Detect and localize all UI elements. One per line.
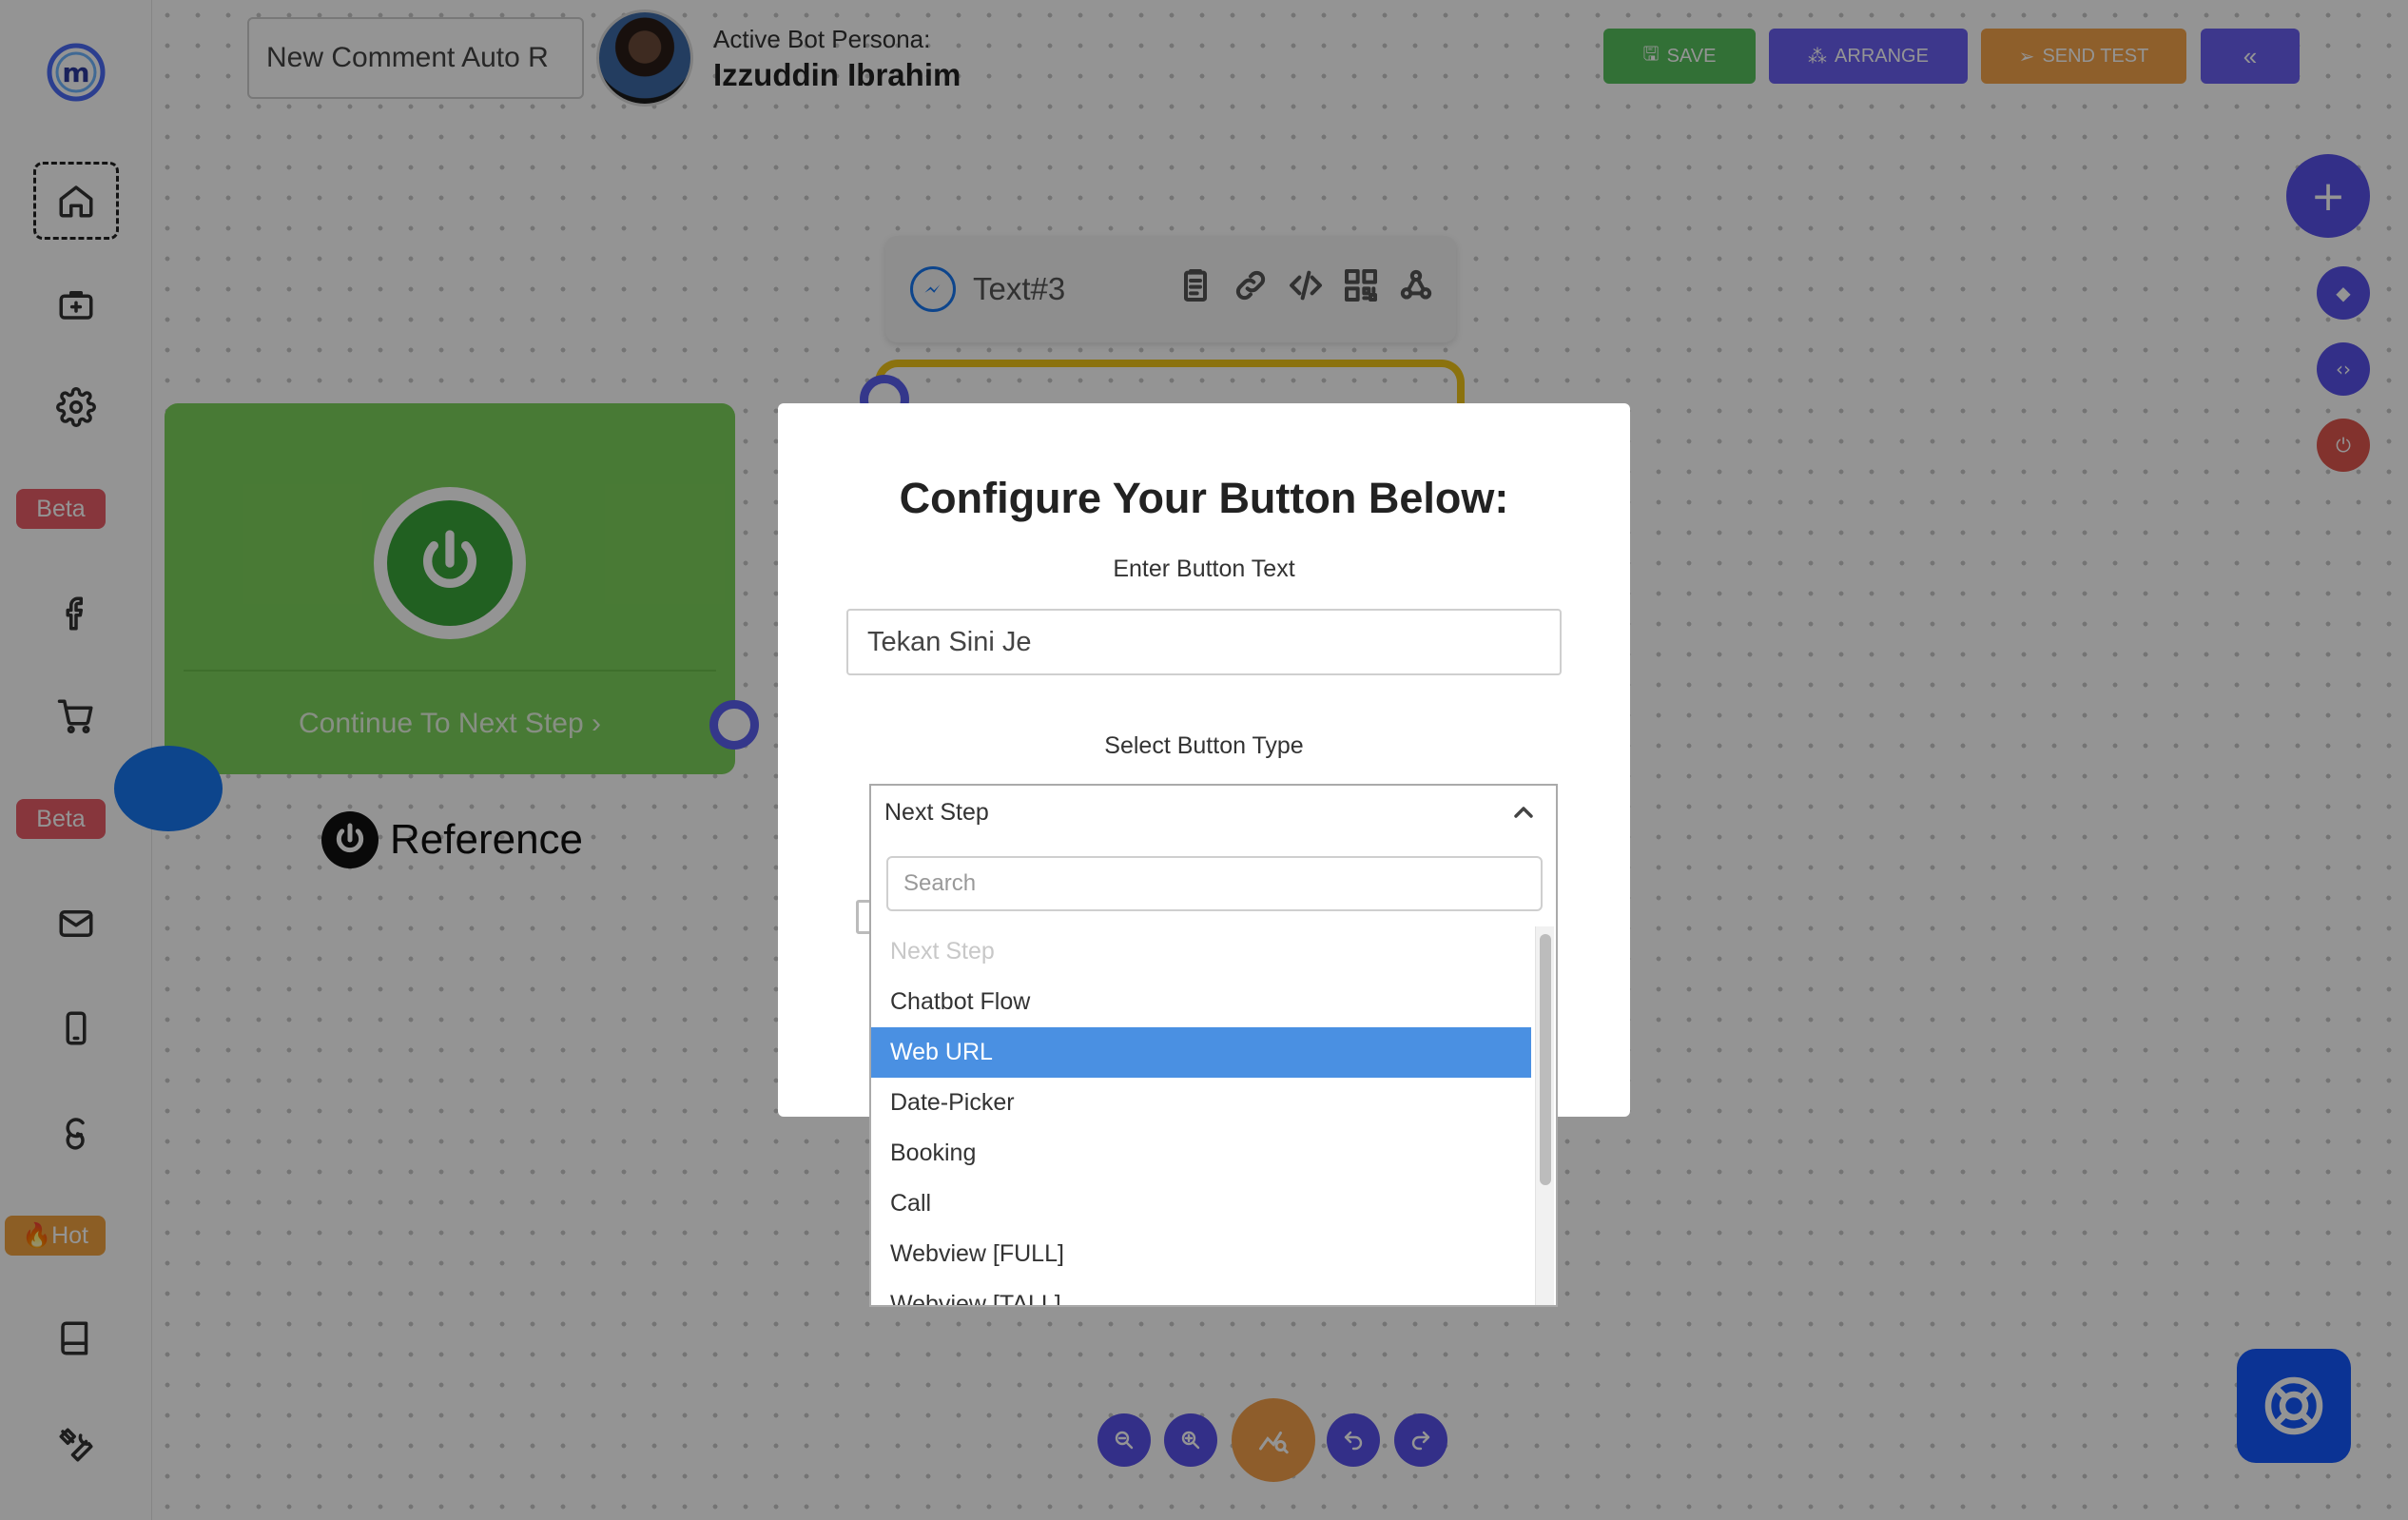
option-chatbot-flow[interactable]: Chatbot Flow [871, 977, 1531, 1027]
button-text-input[interactable] [846, 609, 1562, 675]
dropdown-scrollbar[interactable] [1535, 926, 1554, 1305]
option-webview-tall[interactable]: Webview [TALL] [871, 1279, 1531, 1305]
option-list: Next Step Chatbot Flow Web URL Date-Pick… [871, 926, 1531, 1305]
selected-button-type: Next Step [884, 799, 989, 826]
option-next-step: Next Step [890, 938, 995, 965]
dropdown-search-input[interactable] [886, 856, 1543, 911]
button-type-label: Select Button Type [1104, 732, 1304, 759]
chevron-up-icon [1514, 807, 1533, 818]
button-type-dropdown: Next Step Chatbot Flow Web URL Date-Pick… [869, 839, 1558, 1307]
button-type-select[interactable]: Next Step [869, 784, 1558, 841]
option-booking[interactable]: Booking [871, 1128, 1531, 1179]
option-call[interactable]: Call [871, 1179, 1531, 1229]
option-webview-full[interactable]: Webview [FULL] [871, 1229, 1531, 1279]
button-text-label: Enter Button Text [1113, 555, 1295, 582]
scrollbar-thumb[interactable] [1540, 934, 1551, 1185]
option-date-picker[interactable]: Date-Picker [871, 1078, 1531, 1128]
option-web-url[interactable]: Web URL [871, 1027, 1531, 1078]
modal-title: Configure Your Button Below: [899, 474, 1509, 522]
